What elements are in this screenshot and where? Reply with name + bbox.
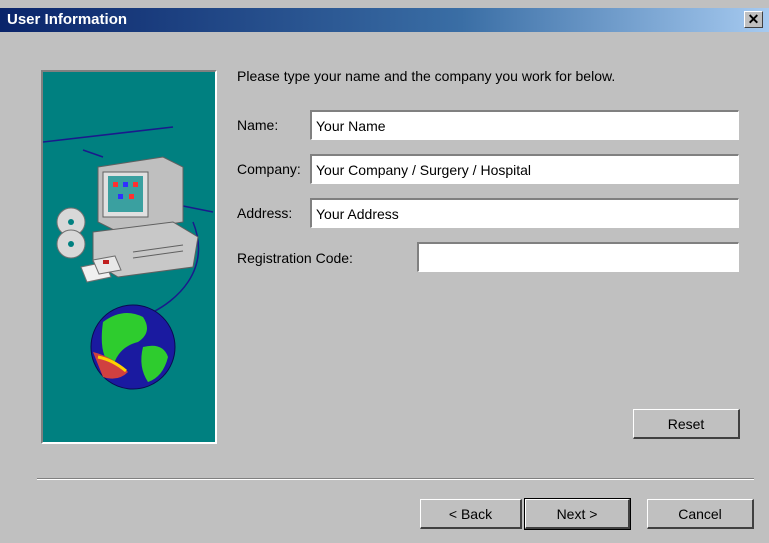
window-title: User Information [7,11,128,28]
back-button-label: < Back [448,505,493,522]
back-button[interactable]: < Back [420,499,522,529]
company-label: Company: [237,161,301,177]
close-icon: ✕ [747,11,760,27]
next-button-label: Next > [556,505,598,522]
address-input[interactable] [310,198,739,228]
computer-globe-illustration [43,126,214,390]
reset-button[interactable]: Reset [633,409,740,439]
registration-code-input[interactable] [417,242,739,272]
cancel-button[interactable]: Cancel [647,499,754,529]
reset-button-label: Reset [667,415,705,432]
name-label: Name: [237,117,279,133]
wizard-illustration [41,70,217,444]
address-label: Address: [237,205,293,221]
registration-code-label: Registration Code: [237,250,353,266]
name-input[interactable] [310,110,739,140]
cancel-button-label: Cancel [678,505,722,522]
close-button[interactable]: ✕ [744,11,763,28]
separator [37,478,754,480]
instructions-text: Please type your name and the company yo… [237,68,616,84]
user-information-dialog: User Information ✕ Please type your name… [0,0,769,543]
next-button[interactable]: Next > [524,498,631,530]
company-input[interactable] [310,154,739,184]
title-bar[interactable]: User Information ✕ [0,8,769,32]
